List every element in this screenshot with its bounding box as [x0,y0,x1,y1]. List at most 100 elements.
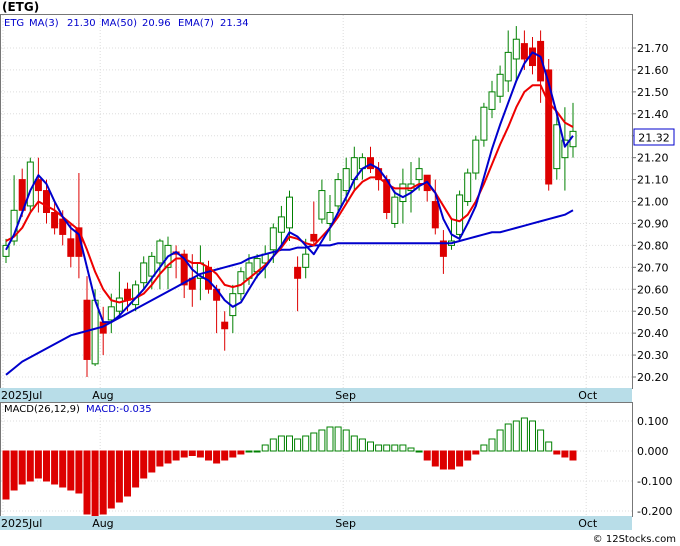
candle-body [26,161,34,207]
macd-bar [253,450,261,453]
candle-body [156,240,164,264]
candle-body [221,321,229,330]
chart-title: (ETG) [2,0,39,14]
macd-bar [196,450,204,458]
macd-bar [569,450,577,461]
macd-bar [245,450,253,453]
macd-bar [26,450,34,482]
candle-body [67,238,75,257]
price-y-tick-label: 20.40 [637,327,669,340]
candle-body [318,190,326,220]
candle-body [342,168,350,192]
macd-bar [431,450,439,467]
macd-bar [472,450,480,455]
macd-bar [439,450,447,470]
macd-bar [456,450,464,467]
price-y-tick-label: 21.10 [637,174,669,187]
macd-bar [180,450,188,458]
macd-bar [229,450,237,458]
x-tick-label: Sep [335,517,356,530]
macd-bar [10,450,18,491]
price-y-tick-label: 20.80 [637,239,669,252]
x-tick-label: Oct [578,517,598,530]
candle-body [545,69,553,185]
macd-bar [399,444,407,452]
candle-body [464,172,472,203]
candle-body [115,297,123,312]
candle-body [520,43,528,60]
candle-body [140,262,148,284]
macd-y-tick-label: -0.200 [637,505,672,518]
macd-bar [237,450,245,455]
candle-body [277,216,285,233]
price-y-tick-label: 20.50 [637,305,669,318]
candle-body [512,38,520,60]
price-y-tick-label: 20.30 [637,349,669,362]
macd-y-tick-label: 0.000 [637,445,669,458]
legend-ma50: MA(50) [101,18,137,29]
candle-body [148,255,156,277]
current-price-label: 21.32 [638,132,670,145]
candle-body [399,183,407,203]
macd-bar [318,429,326,452]
candle [464,168,472,206]
macd-bar [512,420,520,452]
legend-ticker: ETG [4,18,24,29]
macd-bar [391,444,399,452]
macd-bar [302,435,310,452]
price-y-tick-label: 20.70 [637,261,669,274]
price-y-tick-label: 21.60 [637,64,669,77]
price-y-tick-label: 21.00 [637,196,669,209]
macd-bar [294,438,302,452]
macd-bar [213,450,221,464]
candle-body [367,157,374,170]
candle-body [472,139,480,174]
macd-bar [34,450,42,479]
macd-bar [350,435,358,452]
macd-bar [407,447,415,452]
macd-bar [358,438,366,452]
candle-body [107,306,115,321]
x-tick-label: 2025Jul [1,517,42,530]
price-y-tick-label: 21.70 [637,42,669,55]
candle-body [91,299,99,365]
macd-bar [423,450,431,461]
macd-bar [383,444,391,452]
candle-body [310,233,318,242]
candle-body [124,288,131,301]
macd-bar [415,450,423,453]
macd-y-tick-label: 0.100 [637,415,669,428]
macd-bar [448,450,455,470]
macd-bar [83,450,91,515]
price-y-tick-label: 20.20 [637,371,669,384]
stock-chart: 2025Jul 2025Jul Aug Aug Sep Sep Oct Oct 20.20 20… [0,0,680,546]
macd-bar [375,444,383,452]
macd-bar [310,432,318,452]
candle-body [269,227,277,251]
x-tick-label: Aug [92,389,113,402]
price-y-tick-label: 21.40 [637,108,669,121]
candle-body [302,253,310,268]
candle-body [334,179,342,207]
macd-bar [464,450,472,461]
macd-bar [51,450,59,485]
candle-body [431,201,439,229]
legend-ma50-value: 20.96 [142,18,171,29]
macd-bar [156,450,164,467]
macd-bar [342,429,350,452]
candle-body [480,106,488,141]
macd-bar [43,450,50,482]
candle-body [456,194,464,235]
macd-y-tick-label: -0.100 [637,475,672,488]
macd-bar [334,426,342,452]
price-y-tick-label: 20.60 [637,283,669,296]
macd-bar [91,450,99,518]
macd-bar [67,450,75,491]
macd-legend-value: MACD:-0.035 [86,404,152,415]
macd-bar [188,450,196,456]
macd-bar [496,429,504,452]
candle-body [488,91,496,110]
macd-bar [221,450,229,461]
macd-bar [480,444,488,452]
macd-bar [115,450,123,503]
